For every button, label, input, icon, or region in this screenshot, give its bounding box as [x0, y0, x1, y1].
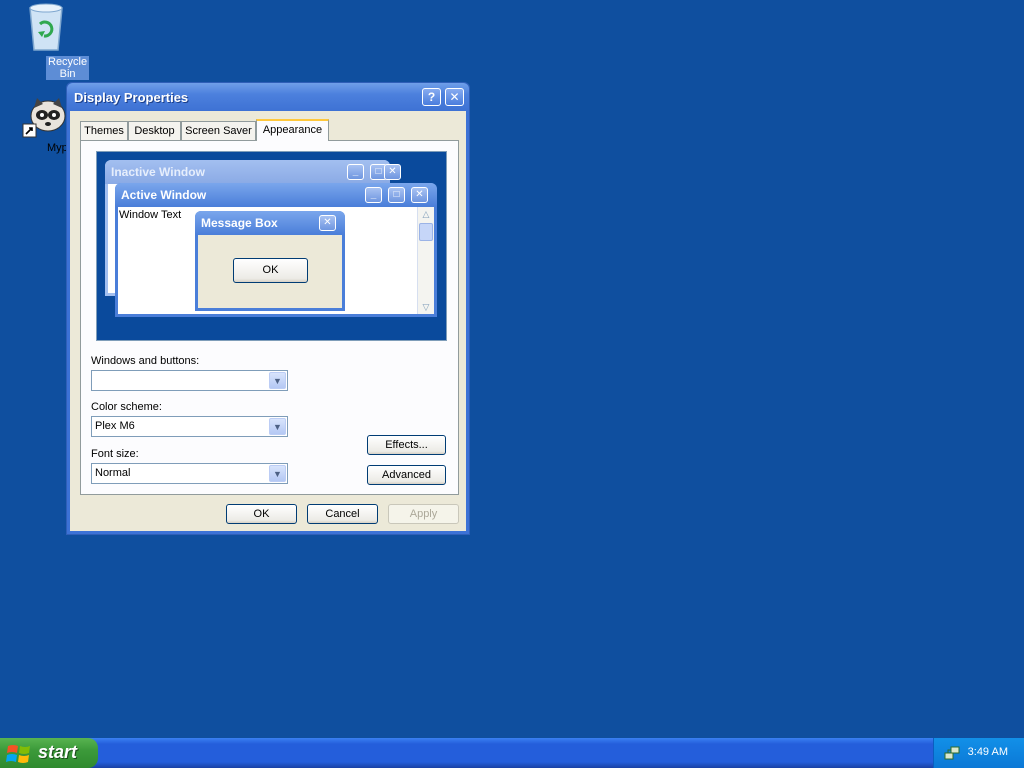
dialog-title: Display Properties	[74, 90, 189, 105]
preview-message-body: OK	[198, 235, 342, 308]
chevron-down-icon[interactable]: ▼	[269, 465, 286, 482]
close-button[interactable]: ✕	[445, 88, 464, 106]
chevron-down-icon[interactable]: ▼	[269, 372, 286, 389]
preview-active-minimize-icon: _	[365, 187, 382, 203]
scroll-down-icon: ▽	[422, 302, 430, 312]
preview-message-close-icon: ✕	[319, 215, 336, 231]
start-button[interactable]: start	[0, 738, 98, 768]
taskbar: start 3:49 AM	[0, 738, 1024, 768]
recycle-bin-label: Recycle Bin	[46, 56, 90, 80]
preview-inactive-titlebar: Inactive Window _ □ ✕	[105, 160, 390, 184]
recycle-bin-shortcut[interactable]: Recycle Bin	[8, 2, 90, 80]
appearance-panel: Inactive Window _ □ ✕ ✕ Active Window _ …	[80, 140, 459, 495]
font-size-select[interactable]: Normal ▼	[91, 463, 288, 484]
preview-scrollbar: △ ▽	[417, 207, 434, 314]
preview-active-title: Active Window	[121, 188, 207, 202]
font-size-label: Font size:	[91, 448, 139, 460]
preview-ok-button: OK	[233, 258, 308, 283]
appearance-preview: Inactive Window _ □ ✕ ✕ Active Window _ …	[96, 151, 447, 341]
help-button[interactable]: ?	[422, 88, 441, 106]
preview-message-titlebar: Message Box ✕	[195, 211, 345, 235]
scroll-up-icon: △	[422, 209, 430, 219]
tab-desktop[interactable]: Desktop	[128, 121, 181, 140]
tab-themes[interactable]: Themes	[80, 121, 128, 140]
color-scheme-label: Color scheme:	[91, 401, 162, 413]
preview-active-titlebar: Active Window _ □ ✕	[115, 183, 437, 207]
dialog-titlebar[interactable]: Display Properties ? ✕	[67, 83, 469, 111]
advanced-button[interactable]: Advanced	[367, 465, 446, 485]
preview-message-title: Message Box	[201, 216, 278, 230]
start-label: start	[38, 742, 78, 762]
preview-window-text: Window Text	[119, 209, 182, 221]
color-scheme-value: Plex M6	[95, 420, 135, 432]
color-scheme-select[interactable]: Plex M6 ▼	[91, 416, 288, 437]
effects-button[interactable]: Effects...	[367, 435, 446, 455]
dialog-client-area: Themes Desktop Screen Saver Appearance I…	[70, 111, 466, 531]
windows-buttons-select[interactable]: ▼	[91, 370, 288, 391]
scroll-thumb	[419, 223, 433, 241]
preview-message-box: Message Box ✕ OK	[195, 211, 345, 311]
mypal-raccoon-icon	[22, 98, 66, 138]
preview-inactive-close-icon: ✕	[384, 164, 401, 180]
windows-logo-icon	[6, 745, 30, 763]
preview-active-maximize-icon: □	[388, 187, 405, 203]
network-icon[interactable]	[944, 745, 960, 761]
apply-button[interactable]: Apply	[388, 504, 459, 524]
font-size-value: Normal	[95, 467, 131, 479]
desktop[interactable]: Recycle Bin Mypal Display Properties ? ✕…	[0, 0, 1024, 738]
recycle-bin-icon	[29, 3, 63, 51]
clock[interactable]: 3:49 AM	[968, 746, 1008, 758]
tab-appearance[interactable]: Appearance	[256, 119, 329, 141]
system-tray: 3:49 AM	[933, 738, 1024, 768]
ok-button[interactable]: OK	[226, 504, 297, 524]
preview-active-close-icon: ✕	[411, 187, 428, 203]
cancel-button[interactable]: Cancel	[307, 504, 378, 524]
preview-inactive-title: Inactive Window	[111, 165, 205, 179]
display-properties-dialog: Display Properties ? ✕ Themes Desktop Sc…	[66, 82, 470, 535]
chevron-down-icon[interactable]: ▼	[269, 418, 286, 435]
windows-buttons-label: Windows and buttons:	[91, 355, 200, 367]
tab-screen-saver[interactable]: Screen Saver	[181, 121, 256, 140]
preview-minimize-icon: _	[347, 164, 364, 180]
